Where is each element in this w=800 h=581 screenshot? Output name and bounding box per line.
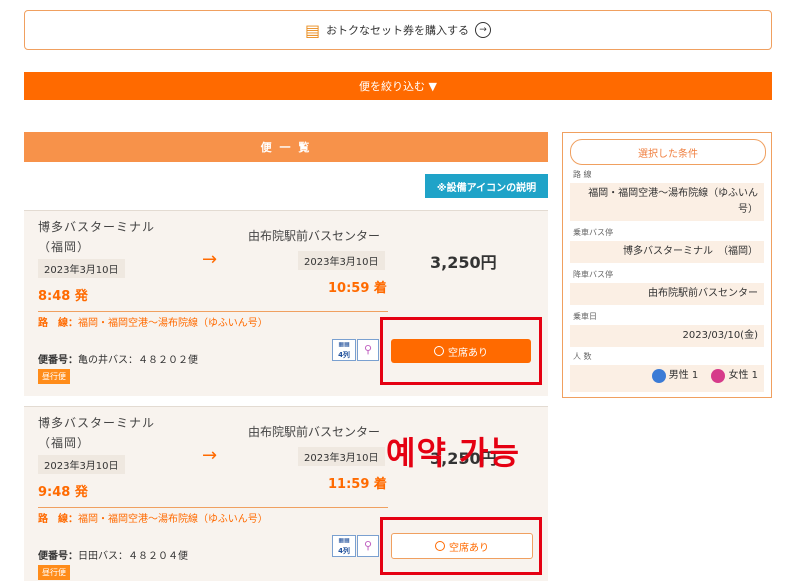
vacant-seat-button[interactable]: 空席あり xyxy=(391,339,531,363)
vacant-label: 空席あり xyxy=(449,542,489,554)
list-header-label: 便 一 覧 xyxy=(260,141,312,154)
route-label: 路 線： xyxy=(38,318,78,329)
departure-stop: 博多バスターミナル （福岡） xyxy=(38,217,155,257)
route-label: 路 線 xyxy=(573,170,592,179)
seat-layout-icon: ▦▦ 4列 xyxy=(332,339,356,361)
male-count: 男性 1 xyxy=(651,368,699,384)
divider xyxy=(38,311,388,312)
departure-stop-name: 博多バスターミナル xyxy=(38,416,156,430)
service-badge: 昼行便 xyxy=(38,369,70,384)
arrival-time: 10:59 着 xyxy=(328,281,387,296)
filter-button[interactable]: 便を絞り込む ▼ xyxy=(24,72,772,100)
toilet-icon: ⚲ xyxy=(357,535,379,557)
arrow-right-circle-icon: → xyxy=(475,22,492,38)
vacant-label: 空席あり xyxy=(448,347,488,359)
arrival-time: 11:59 着 xyxy=(328,477,387,492)
ticket-bus-icon: ▤ xyxy=(304,20,321,40)
departure-date: 2023年3月10日 xyxy=(38,455,125,474)
arrival-stop: 由布院駅前バスセンター xyxy=(248,229,381,243)
facility-icon-help-button[interactable]: ※設備アイコンの説明 xyxy=(425,174,548,198)
set-ticket-label: おトクなセット券を購入する xyxy=(326,24,470,37)
selected-conditions-panel: 選択した条件 路 線 福岡・福岡空港～湯布院線（ゆふいん号） 乗車バス停 博多バ… xyxy=(562,132,772,398)
bin-label: 便番号： xyxy=(38,551,78,562)
departure-stop: 博多バスターミナル （福岡） xyxy=(38,413,155,453)
arrival-date: 2023年3月10日 xyxy=(298,251,385,270)
departure-time: 8:48 発 xyxy=(38,289,88,304)
panel-title: 選択した条件 xyxy=(570,139,766,165)
male-icon xyxy=(651,369,666,383)
seat-layout-label: 4列 xyxy=(338,351,350,359)
route-label: 路 線： xyxy=(38,514,78,525)
arrival-date: 2023年3月10日 xyxy=(298,447,385,466)
bin-number: 便番号：亀の井バス：４８２０２便 xyxy=(38,351,198,366)
arrow-right-icon: → xyxy=(202,445,218,466)
facility-button-label: ※設備アイコンの説明 xyxy=(436,182,537,194)
circle-icon xyxy=(435,541,445,551)
seat-layout-label: 4列 xyxy=(338,547,350,555)
circle-icon xyxy=(434,346,444,356)
bin-number: 便番号：日田バス：４８２０４便 xyxy=(38,547,188,562)
female-icon xyxy=(711,369,726,383)
departure-stop-area: （福岡） xyxy=(38,240,91,254)
departure-time: 9:48 発 xyxy=(38,485,88,500)
route-info: 路 線：福岡・福岡空港～湯布院線（ゆふいん号） xyxy=(38,513,288,527)
departure-date: 2023年3月10日 xyxy=(38,259,125,278)
date-label: 乗車日 xyxy=(573,312,597,321)
arrow-right-icon: → xyxy=(202,249,218,270)
female-label: 女性 1 xyxy=(728,370,758,381)
overlay-annotation: 예약 가능 xyxy=(386,434,520,472)
route-value: 福岡・福岡空港～湯布院線（ゆふいん号） xyxy=(570,183,764,221)
toilet-icon: ⚲ xyxy=(357,339,379,361)
passengers-label: 人 数 xyxy=(573,352,592,361)
filter-label: 便を絞り込む ▼ xyxy=(359,80,437,93)
departure-stop-name: 博多バスターミナル xyxy=(38,220,156,234)
departure-stop-area: （福岡） xyxy=(38,436,91,450)
male-label: 男性 1 xyxy=(668,370,699,381)
bin-label: 便番号： xyxy=(38,355,78,366)
seat-layout-icon: ▦▦ 4列 xyxy=(332,535,356,557)
fare-price: 3,250円 xyxy=(430,253,497,272)
passengers-value: 男性 1 女性 1 xyxy=(570,365,764,392)
arrival-stop: 由布院駅前バスセンター xyxy=(248,425,381,439)
date-value: 2023/03/10(金) xyxy=(570,325,764,347)
divider xyxy=(38,507,388,508)
boarding-label: 乗車バス停 xyxy=(573,228,613,237)
set-ticket-button[interactable]: ▤ おトクなセット券を購入する → xyxy=(24,10,772,50)
bus-card: 博多バスターミナル （福岡） 2023年3月10日 8:48 発 → 由布院駅前… xyxy=(24,210,548,396)
bin-value: 亀の井バス：４８２０２便 xyxy=(78,355,198,366)
bin-value: 日田バス：４８２０４便 xyxy=(78,551,188,562)
vacant-seat-button[interactable]: 空席あり xyxy=(391,533,533,559)
alighting-value: 由布院駅前バスセンター xyxy=(570,283,764,305)
boarding-value: 博多バスターミナル （福岡） xyxy=(570,241,764,263)
list-header: 便 一 覧 xyxy=(24,132,548,162)
female-count: 女性 1 xyxy=(711,368,758,384)
route-name: 福岡・福岡空港～湯布院線（ゆふいん号） xyxy=(78,318,268,329)
route-info: 路 線：福岡・福岡空港～湯布院線（ゆふいん号） xyxy=(38,317,288,331)
route-name: 福岡・福岡空港～湯布院線（ゆふいん号） xyxy=(78,514,268,525)
alighting-label: 降車バス停 xyxy=(573,270,613,279)
service-badge: 昼行便 xyxy=(38,565,70,580)
